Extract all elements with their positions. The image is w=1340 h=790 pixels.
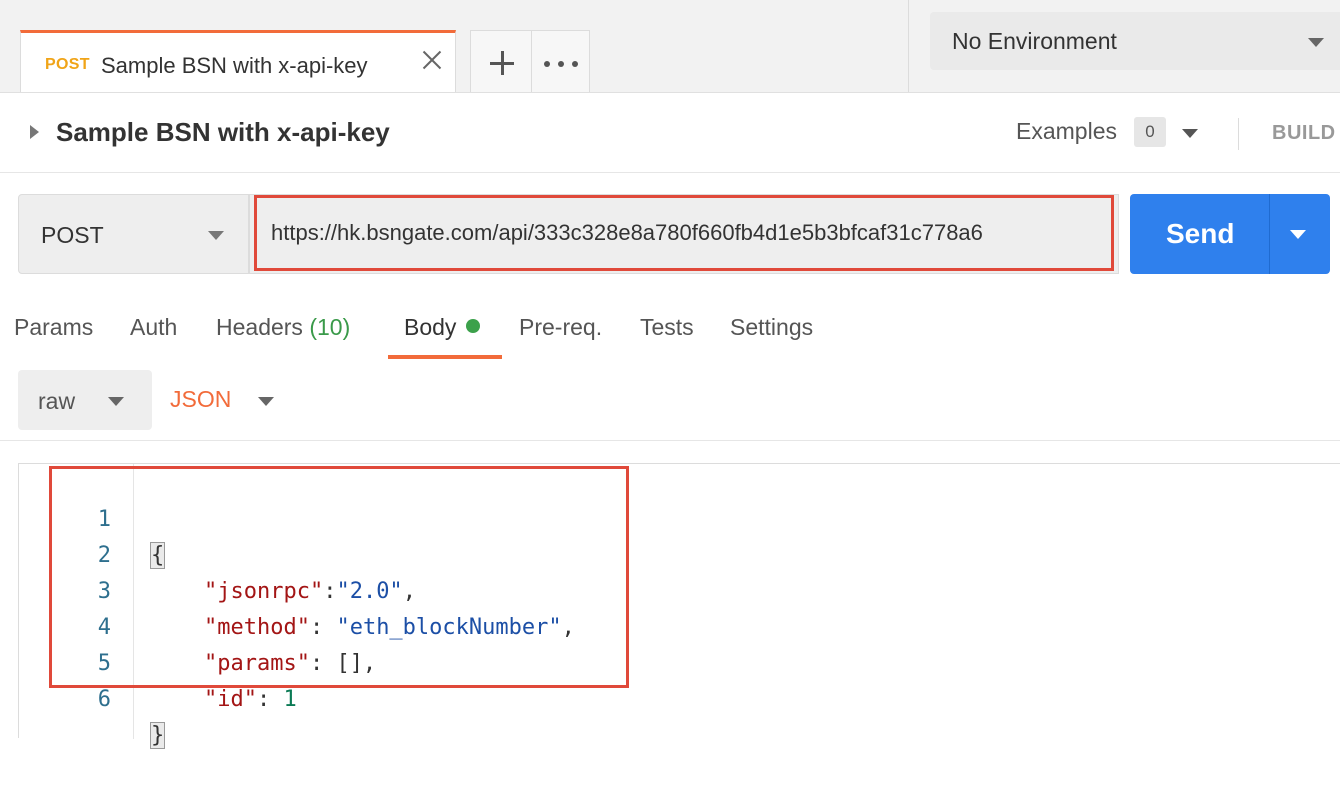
divider bbox=[1269, 194, 1270, 274]
tab-actions bbox=[470, 30, 590, 92]
method-select[interactable]: POST bbox=[18, 194, 249, 274]
dot-icon bbox=[572, 61, 578, 67]
code-highlight-box bbox=[49, 466, 629, 688]
body-mode-label: raw bbox=[38, 388, 76, 414]
tab-params[interactable]: Params bbox=[14, 314, 93, 341]
examples-count-badge: 0 bbox=[1134, 117, 1166, 147]
request-tab[interactable]: POST Sample BSN with x-api-key bbox=[20, 30, 456, 92]
close-icon[interactable] bbox=[421, 49, 443, 71]
divider bbox=[1238, 118, 1239, 150]
tab-method-badge: POST bbox=[45, 56, 90, 73]
tab-body[interactable]: Body bbox=[404, 314, 481, 341]
chevron-down-icon bbox=[1308, 38, 1324, 47]
request-name-row: Sample BSN with x-api-key Examples 0 BUI… bbox=[0, 92, 1340, 173]
tab-title: Sample BSN with x-api-key bbox=[101, 53, 368, 78]
tab-headers[interactable]: Headers (10) bbox=[216, 314, 350, 341]
status-dot-icon bbox=[466, 319, 481, 333]
tab-headers-label: Headers bbox=[216, 314, 303, 340]
send-options-icon[interactable] bbox=[1290, 230, 1306, 239]
tab-prereq[interactable]: Pre-req. bbox=[519, 314, 602, 341]
url-input[interactable] bbox=[254, 195, 1114, 271]
dot-icon bbox=[544, 61, 550, 67]
json-number-value: 1 bbox=[283, 687, 297, 712]
examples-button[interactable]: Examples bbox=[1016, 118, 1117, 145]
send-label: Send bbox=[1166, 218, 1235, 249]
dot-icon bbox=[558, 61, 564, 67]
chevron-down-icon bbox=[108, 397, 124, 406]
tab-auth[interactable]: Auth bbox=[130, 314, 177, 341]
url-field-container bbox=[249, 194, 1119, 274]
chevron-down-icon[interactable] bbox=[1182, 129, 1198, 138]
method-label: POST bbox=[41, 222, 104, 248]
build-button[interactable]: BUILD bbox=[1272, 122, 1336, 145]
active-tab-indicator bbox=[388, 355, 502, 359]
close-brace: } bbox=[149, 722, 166, 749]
environment-label: No Environment bbox=[952, 28, 1117, 54]
environment-select[interactable]: No Environment bbox=[930, 12, 1340, 70]
tab-bar: POST Sample BSN with x-api-key No Enviro… bbox=[0, 0, 1340, 93]
request-name: Sample BSN with x-api-key bbox=[56, 117, 390, 147]
tab-body-label: Body bbox=[404, 314, 457, 340]
body-language-select[interactable]: JSON bbox=[170, 386, 274, 413]
tab-tests[interactable]: Tests bbox=[640, 314, 694, 341]
tab-settings[interactable]: Settings bbox=[730, 314, 813, 341]
chevron-down-icon bbox=[208, 231, 224, 240]
expand-caret-icon[interactable] bbox=[30, 125, 39, 139]
body-language-label: JSON bbox=[170, 386, 232, 412]
chevron-down-icon bbox=[258, 397, 274, 406]
divider bbox=[0, 440, 1340, 441]
headers-count: (10) bbox=[309, 314, 351, 340]
send-button[interactable]: Send bbox=[1130, 194, 1330, 274]
json-key: "id" bbox=[203, 687, 257, 712]
more-tabs-button[interactable] bbox=[531, 31, 590, 92]
new-tab-button[interactable] bbox=[471, 31, 532, 92]
json-colon: : bbox=[256, 687, 284, 712]
body-mode-select[interactable]: raw bbox=[18, 370, 152, 430]
divider bbox=[908, 0, 909, 92]
